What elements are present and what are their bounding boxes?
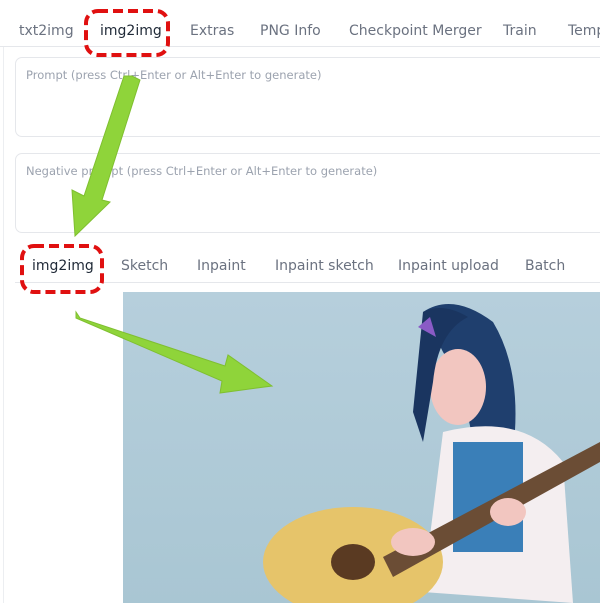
guitarist-image [263,304,600,603]
input-image[interactable] [123,292,600,603]
tab-templates[interactable]: Temp [568,23,600,39]
img2img-sub-tabs: img2img Sketch Inpaint Inpaint sketch In… [15,255,600,283]
prompt-input[interactable] [16,58,600,136]
subtab-inpaint[interactable]: Inpaint [197,258,246,274]
subtab-img2img[interactable]: img2img [32,258,94,274]
panel-border [3,46,4,603]
subtab-inpaint-sketch[interactable]: Inpaint sketch [275,258,374,274]
tab-png-info[interactable]: PNG Info [260,23,321,39]
tab-extras[interactable]: Extras [190,23,234,39]
negative-prompt-box [15,153,600,233]
subtab-inpaint-upload[interactable]: Inpaint upload [398,258,499,274]
tab-img2img[interactable]: img2img [100,23,162,39]
subtab-sketch[interactable]: Sketch [121,258,168,274]
negative-prompt-input[interactable] [16,154,600,232]
subtab-batch[interactable]: Batch [525,258,565,274]
tab-txt2img[interactable]: txt2img [19,23,74,39]
tab-train[interactable]: Train [503,23,537,39]
prompt-box [15,57,600,137]
main-tabs: txt2img img2img Extras PNG Info Checkpoi… [0,20,600,47]
tab-checkpoint-merger[interactable]: Checkpoint Merger [349,23,482,39]
